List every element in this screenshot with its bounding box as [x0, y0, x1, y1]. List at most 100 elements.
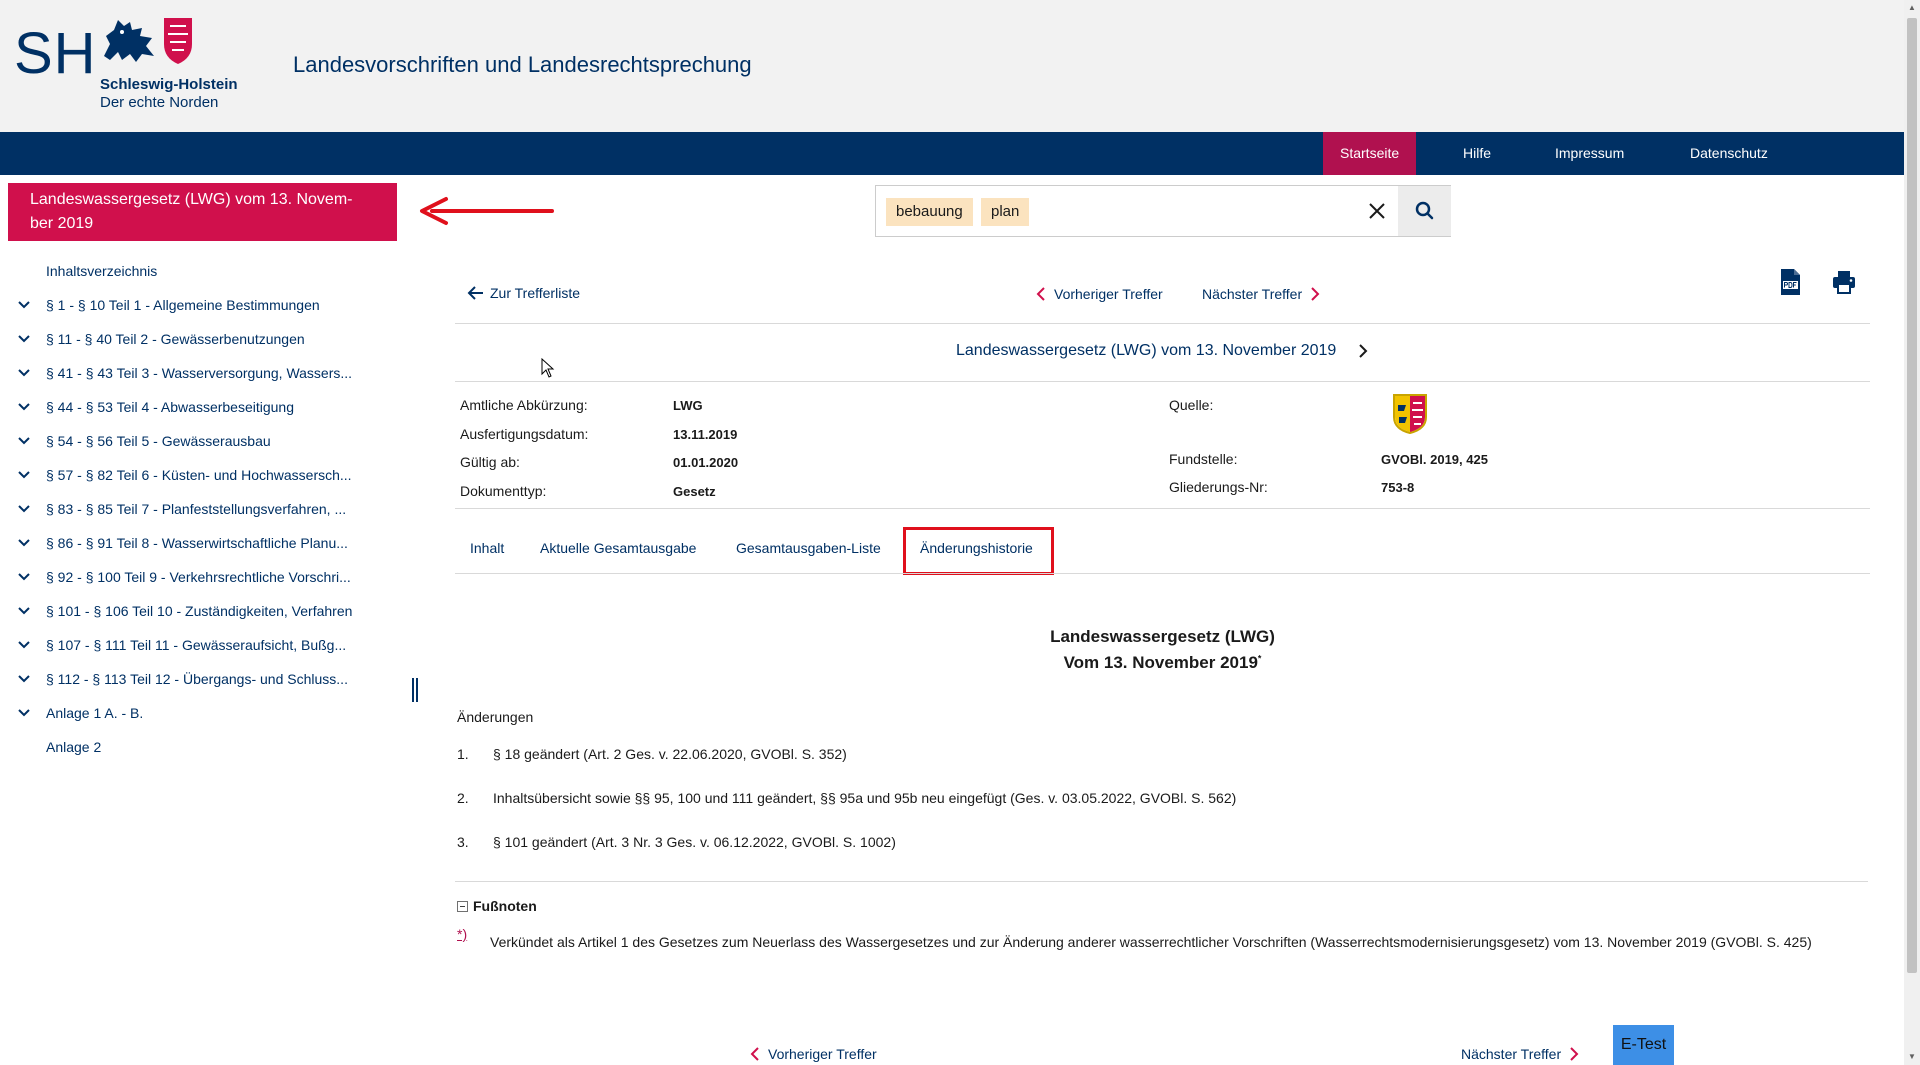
law-date: Vom 13. November 2019	[1063, 653, 1258, 672]
tab-inhalt[interactable]: Inhalt	[470, 540, 504, 556]
toc-item-teil-5[interactable]: § 54 - § 56 Teil 5 - Gewässerausbau	[0, 424, 400, 458]
pdf-icon[interactable]	[1778, 268, 1802, 296]
changes-heading: Änderungen	[457, 709, 534, 725]
chevron-down-icon[interactable]	[16, 628, 32, 662]
meta-fundstelle-value: GVOBl. 2019, 425	[1381, 452, 1488, 467]
search-button[interactable]	[1398, 186, 1451, 236]
document-title-link[interactable]: Landeswassergesetz (LWG) vom 13. Novembe…	[956, 340, 1370, 362]
prev-hit-label: Vorheriger Treffer	[1054, 286, 1163, 302]
meta-gliederung-value: 753-8	[1381, 480, 1415, 495]
toc-item-teil-2[interactable]: § 11 - § 40 Teil 2 - Gewässerbenutzungen	[0, 322, 400, 356]
chevron-right-icon	[1311, 287, 1320, 301]
chevron-right-icon[interactable]	[1356, 341, 1370, 361]
scroll-down-icon[interactable]: ▼	[1904, 1049, 1920, 1065]
search-chip-bebauung[interactable]: bebauung	[886, 198, 973, 226]
footnotes-toggle[interactable]: Fußnoten	[457, 898, 537, 914]
nav-item-datenschutz[interactable]: Datenschutz	[1673, 132, 1785, 175]
scrollbar-thumb[interactable]	[1907, 18, 1917, 973]
tab-gesamtausgaben-liste[interactable]: Gesamtausgaben-Liste	[736, 540, 881, 556]
toc-item-teil-3[interactable]: § 41 - § 43 Teil 3 - Wasserversorgung, W…	[0, 356, 400, 390]
toc-item-label: Anlage 2	[46, 739, 102, 755]
meta-gliederung-label: Gliederungs-Nr:	[1169, 479, 1268, 495]
document-title-banner: Landeswassergesetz (LWG) vom 13. Novem- …	[8, 183, 397, 241]
tab-aktuelle-gesamtausgabe[interactable]: Aktuelle Gesamtausgabe	[540, 540, 696, 556]
collapse-icon[interactable]	[457, 900, 468, 912]
document-title-line2: ber 2019	[30, 215, 94, 232]
divider	[455, 881, 1868, 882]
print-icon[interactable]	[1830, 268, 1858, 296]
logo-abbreviation: SH	[14, 21, 97, 86]
nav-item-hilfe[interactable]: Hilfe	[1446, 132, 1508, 175]
toc-item-anlage-2[interactable]: Anlage 2	[0, 730, 400, 764]
bottom-prev-hit-link[interactable]: Vorheriger Treffer	[748, 1044, 877, 1064]
document-title-text: Landeswassergesetz (LWG) vom 13. Novembe…	[956, 342, 1337, 359]
e-test-button[interactable]: E-Test	[1613, 1025, 1674, 1065]
back-to-results-link[interactable]: Zur Trefferliste	[466, 282, 580, 304]
coat-of-arms-icon	[1393, 394, 1427, 435]
logo-text-claim: Der echte Norden	[100, 94, 219, 111]
change-text: Inhaltsübersicht sowie §§ 95, 100 und 11…	[493, 790, 1237, 806]
close-icon[interactable]	[1366, 200, 1388, 222]
law-title: Landeswassergesetz (LWG)	[1050, 627, 1275, 646]
chevron-down-icon[interactable]	[16, 322, 32, 356]
toc-item-label: § 11 - § 40 Teil 2 - Gewässerbenutzungen	[46, 331, 305, 347]
toc-item-teil-10[interactable]: § 101 - § 106 Teil 10 - Zuständigkeiten,…	[0, 594, 400, 628]
chevron-down-icon[interactable]	[16, 696, 32, 730]
toc-item-inhaltsverzeichnis[interactable]: Inhaltsverzeichnis	[0, 254, 400, 288]
divider	[455, 323, 1870, 324]
chevron-down-icon[interactable]	[16, 356, 32, 390]
chevron-down-icon[interactable]	[16, 594, 32, 628]
meta-fundstelle-label: Fundstelle:	[1169, 451, 1238, 467]
footnote-marker-link[interactable]: *)	[457, 926, 467, 942]
toc-item-label: § 54 - § 56 Teil 5 - Gewässerausbau	[46, 433, 271, 449]
chevron-down-icon[interactable]	[16, 458, 32, 492]
toc-item-teil-6[interactable]: § 57 - § 82 Teil 6 - Küsten- und Hochwas…	[0, 458, 400, 492]
footnote-reference[interactable]: *	[1258, 653, 1262, 663]
chevron-down-icon[interactable]	[16, 288, 32, 322]
chevron-down-icon[interactable]	[16, 492, 32, 526]
toc-item-teil-7[interactable]: § 83 - § 85 Teil 7 - Planfeststellungsve…	[0, 492, 400, 526]
meta-abbreviation-label: Amtliche Abkürzung:	[460, 397, 588, 413]
highlight-box-annotation	[903, 527, 1054, 575]
chevron-down-icon[interactable]	[16, 526, 32, 560]
meta-abbreviation-value: LWG	[673, 398, 703, 413]
meta-ausfertigung-value: 13.11.2019	[673, 427, 738, 442]
change-number: 2.	[457, 790, 469, 806]
toc-item-teil-8[interactable]: § 86 - § 91 Teil 8 - Wasserwirtschaftlic…	[0, 526, 400, 560]
toc-item-label: § 44 - § 53 Teil 4 - Abwasserbeseitigung	[46, 399, 295, 415]
prev-hit-link[interactable]: Vorheriger Treffer	[1034, 283, 1163, 305]
toc-item-teil-1[interactable]: § 1 - § 10 Teil 1 - Allgemeine Bestimmun…	[0, 288, 400, 322]
chevron-down-icon[interactable]	[16, 424, 32, 458]
bottom-next-hit-link[interactable]: Nächster Treffer	[1461, 1044, 1581, 1064]
toc-item-teil-4[interactable]: § 44 - § 53 Teil 4 - Abwasserbeseitigung	[0, 390, 400, 424]
change-text: § 101 geändert (Art. 3 Nr. 3 Ges. v. 06.…	[493, 834, 896, 850]
search-chip-plan[interactable]: plan	[981, 198, 1030, 226]
toc-item-label: § 92 - § 100 Teil 9 - Verkehrsrechtliche…	[46, 569, 351, 585]
sh-logo[interactable]: SH Schleswig-Holstein Der echte Norden	[14, 14, 238, 114]
meta-quelle-label: Quelle:	[1169, 397, 1214, 413]
page-scrollbar[interactable]: ▲ ▼	[1904, 0, 1920, 1065]
chevron-down-icon[interactable]	[16, 390, 32, 424]
site-header: SH Schleswig-Holstein Der echte Norden L…	[0, 0, 1904, 132]
toc-item-anlage-1[interactable]: Anlage 1 A. - B.	[0, 696, 400, 730]
sidebar-resize-handle-icon[interactable]	[411, 678, 419, 702]
main-navigation: Startseite Hilfe Impressum Datenschutz	[0, 132, 1904, 175]
chevron-down-icon[interactable]	[16, 560, 32, 594]
chevron-right-icon	[1570, 1047, 1579, 1061]
arrow-left-icon	[467, 286, 483, 300]
divider	[455, 573, 1870, 574]
scroll-up-icon[interactable]: ▲	[1904, 0, 1920, 16]
toc-item-teil-12[interactable]: § 112 - § 113 Teil 12 - Übergangs- und S…	[0, 662, 400, 696]
chevron-left-icon	[750, 1047, 759, 1061]
meta-doktyp-label: Dokumenttyp:	[460, 483, 547, 499]
divider	[455, 381, 1870, 382]
chevron-down-icon[interactable]	[16, 662, 32, 696]
divider	[455, 508, 1870, 509]
toc-item-teil-9[interactable]: § 92 - § 100 Teil 9 - Verkehrsrechtliche…	[0, 560, 400, 594]
chevron-left-icon	[1036, 287, 1045, 301]
nav-item-impressum[interactable]: Impressum	[1538, 132, 1641, 175]
next-hit-link[interactable]: Nächster Treffer	[1202, 283, 1322, 305]
nav-item-startseite[interactable]: Startseite	[1323, 132, 1417, 175]
toc-item-teil-11[interactable]: § 107 - § 111 Teil 11 - Gewässeraufsicht…	[0, 628, 400, 662]
search-box[interactable]: bebauung plan	[875, 185, 1451, 237]
